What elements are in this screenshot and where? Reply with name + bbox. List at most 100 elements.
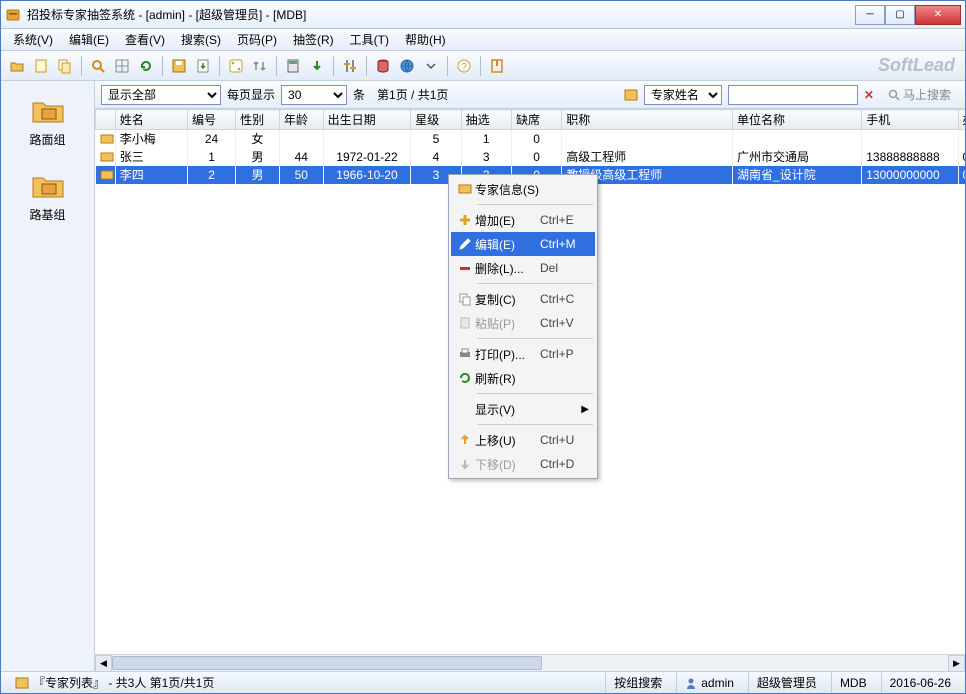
refresh-icon[interactable] [136, 56, 156, 76]
cm-delete[interactable]: 删除(L)... Del [451, 256, 595, 280]
cm-expert-info[interactable]: 专家信息(S) [451, 177, 595, 201]
grid-header-phone[interactable]: 手机 [862, 110, 958, 130]
menu-tools[interactable]: 工具(T) [344, 29, 395, 50]
new-doc-icon[interactable] [31, 56, 51, 76]
database-icon[interactable] [373, 56, 393, 76]
close-button[interactable]: ✕ [915, 5, 961, 25]
menu-help[interactable]: 帮助(H) [399, 29, 452, 50]
status-user: admin [676, 672, 742, 693]
table-row[interactable]: 张三1男441972-01-22430高级工程师广州市交通局1388888888… [96, 148, 966, 166]
svg-text:?: ? [461, 62, 467, 73]
cell-sex: 男 [236, 148, 280, 166]
grid-header-age[interactable]: 年龄 [279, 110, 323, 130]
cm-refresh[interactable]: 刷新(R) [451, 366, 595, 390]
titlebar: 招投标专家抽签系统 - [admin] - [超级管理员] - [MDB] ─ … [1, 1, 965, 29]
statusbar: 『专家列表』 - 共3人 第1页/共1页 按组搜索 admin 超级管理员 MD… [1, 671, 965, 693]
grid-header-birth[interactable]: 出生日期 [323, 110, 411, 130]
cm-add[interactable]: 增加(E) Ctrl+E [451, 208, 595, 232]
grid-header-title[interactable]: 职称 [562, 110, 733, 130]
menu-edit[interactable]: 编辑(E) [63, 29, 115, 50]
printer-icon [455, 347, 475, 361]
row-icon [96, 130, 116, 148]
arrow-down-icon[interactable] [307, 56, 327, 76]
sort-icon[interactable] [250, 56, 270, 76]
cm-display[interactable]: 显示(V) ▶ [451, 397, 595, 421]
window-title: 招投标专家抽签系统 - [admin] - [超级管理员] - [MDB] [27, 6, 855, 23]
grid-table: 姓名 编号 性别 年龄 出生日期 星级 抽选 缺席 职称 单位名称 手机 办公电… [95, 109, 965, 184]
copy-icon[interactable] [55, 56, 75, 76]
cell-name: 李小梅 [115, 130, 187, 148]
maximize-button[interactable]: ▢ [885, 5, 915, 25]
search-input[interactable] [728, 85, 858, 105]
dice-icon[interactable] [226, 56, 246, 76]
scroll-right-icon[interactable]: ▶ [948, 655, 965, 672]
toolbar-separator [366, 56, 367, 76]
cell-sex: 男 [236, 166, 280, 184]
grid-header-icon[interactable] [96, 110, 116, 130]
paste-icon [455, 316, 475, 330]
grid-header-name[interactable]: 姓名 [115, 110, 187, 130]
cm-print[interactable]: 打印(P)... Ctrl+P [451, 342, 595, 366]
grid-header-no[interactable]: 编号 [187, 110, 235, 130]
toolbar: ? SoftLead [1, 51, 965, 81]
sidebar-item-luji[interactable]: 路基组 [13, 164, 83, 227]
table-row[interactable]: 李小梅24女510 [96, 130, 966, 148]
search-icon[interactable] [88, 56, 108, 76]
horizontal-scrollbar[interactable]: ◀ ▶ [95, 654, 965, 671]
cm-move-up[interactable]: 上移(U) Ctrl+U [451, 428, 595, 452]
window-controls: ─ ▢ ✕ [855, 5, 961, 25]
cm-separator [477, 204, 593, 205]
list-icon [15, 676, 29, 690]
cm-copy[interactable]: 复制(C) Ctrl+C [451, 287, 595, 311]
menu-search[interactable]: 搜索(S) [175, 29, 227, 50]
cell-name: 张三 [115, 148, 187, 166]
grid-header-unit[interactable]: 单位名称 [733, 110, 862, 130]
scroll-left-icon[interactable]: ◀ [95, 655, 112, 672]
grid-header-chou[interactable]: 抽选 [461, 110, 511, 130]
search-now-button[interactable]: 马上搜索 [880, 84, 959, 105]
folder-open-icon[interactable] [7, 56, 27, 76]
grid-icon[interactable] [112, 56, 132, 76]
cell-phone [862, 130, 958, 148]
export-icon[interactable] [193, 56, 213, 76]
book-icon [624, 88, 638, 102]
sidebar-item-lumian[interactable]: 路面组 [13, 89, 83, 152]
globe-icon[interactable] [397, 56, 417, 76]
toolbar-separator [333, 56, 334, 76]
cell-no: 2 [187, 166, 235, 184]
grid-header-tel[interactable]: 办公电话 [958, 110, 965, 130]
menu-page[interactable]: 页码(P) [231, 29, 283, 50]
grid-header-sex[interactable]: 性别 [236, 110, 280, 130]
card-icon [455, 182, 475, 196]
cell-title: 高级工程师 [562, 148, 733, 166]
cm-paste: 粘贴(P) Ctrl+V [451, 311, 595, 335]
status-group-search[interactable]: 按组搜索 [605, 672, 670, 693]
dropdown-icon[interactable] [421, 56, 441, 76]
menu-draw[interactable]: 抽签(R) [287, 29, 340, 50]
search-field-combo[interactable]: 专家姓名 [644, 85, 722, 105]
cell-unit: 湖南省_设计院 [733, 166, 862, 184]
menu-system[interactable]: 系统(V) [7, 29, 59, 50]
show-filter-combo[interactable]: 显示全部 [101, 85, 221, 105]
cm-separator [477, 283, 593, 284]
cm-separator [477, 393, 593, 394]
scroll-thumb[interactable] [112, 656, 542, 670]
clear-icon[interactable]: ✕ [864, 88, 874, 102]
cell-sex: 女 [236, 130, 280, 148]
magnifier-icon [888, 89, 900, 101]
tiao-label: 条 [353, 86, 365, 103]
menu-view[interactable]: 查看(V) [119, 29, 171, 50]
calc-icon[interactable] [283, 56, 303, 76]
cell-tel [958, 130, 965, 148]
toolbar-separator [447, 56, 448, 76]
settings-icon[interactable] [340, 56, 360, 76]
grid-header-star[interactable]: 星级 [411, 110, 461, 130]
save-icon[interactable] [169, 56, 189, 76]
exit-icon[interactable] [487, 56, 507, 76]
per-page-combo[interactable]: 30 [281, 85, 347, 105]
cm-separator [477, 424, 593, 425]
help-icon[interactable]: ? [454, 56, 474, 76]
cm-edit[interactable]: 编辑(E) Ctrl+M [451, 232, 595, 256]
minimize-button[interactable]: ─ [855, 5, 885, 25]
grid-header-que[interactable]: 缺席 [511, 110, 561, 130]
